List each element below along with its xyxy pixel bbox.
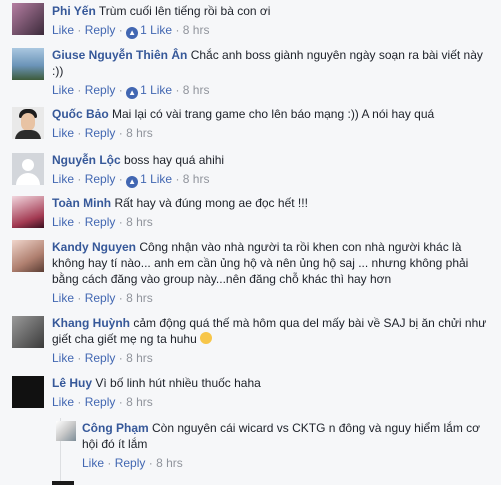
comment-time[interactable]: 8 hrs [126, 126, 153, 140]
comment-actions: Like · Reply · 8 hrs [52, 395, 153, 409]
comment-actions: Like · Reply · 8 hrs [52, 215, 153, 229]
like-button[interactable]: Like [52, 395, 74, 409]
comment-time[interactable]: 8 hrs [183, 172, 210, 186]
like-button[interactable]: Like [52, 126, 74, 140]
avatar[interactable] [12, 316, 44, 348]
thumbs-up-icon: ▲ [126, 87, 139, 99]
like-button[interactable]: Like [52, 351, 74, 365]
like-button[interactable]: Like [52, 172, 74, 186]
reply-author[interactable]: Công Phạm [82, 421, 149, 435]
avatar[interactable] [12, 48, 44, 80]
avatar[interactable] [12, 153, 44, 185]
comment-actions: Like · Reply · 8 hrs [52, 291, 153, 305]
comment-actions: Like · Reply · ▲ 1 Like · 8 hrs [52, 23, 210, 39]
avatar[interactable] [52, 481, 74, 485]
avatar[interactable] [12, 196, 44, 228]
comment-actions: Like · Reply · 8 hrs [52, 351, 153, 365]
comment-text: Trùm cuối lên tiếng rồi bà con ơi [98, 4, 271, 18]
sad-face-icon [200, 332, 213, 344]
reply-button[interactable]: Reply [85, 172, 116, 186]
comment-author[interactable]: Phi Yến [52, 4, 96, 18]
comment-actions: Like · Reply · 8 hrs [52, 126, 153, 140]
reply-time[interactable]: 8 hrs [156, 456, 183, 470]
comment-text: boss hay quá ahihi [124, 153, 225, 167]
reply-button[interactable]: Reply [85, 291, 116, 305]
like-button[interactable]: Like [52, 215, 74, 229]
reply-button[interactable]: Reply [85, 395, 116, 409]
like-count[interactable]: ▲ 1 Like [126, 172, 172, 188]
reply-button[interactable]: Reply [115, 456, 146, 470]
like-button[interactable]: Like [52, 83, 74, 97]
like-count[interactable]: ▲ 1 Like [126, 23, 172, 39]
comment-actions: Like · Reply · ▲ 1 Like · 8 hrs [52, 83, 210, 99]
comment-author[interactable]: Khang Huỳnh [52, 316, 130, 330]
reply-button[interactable]: Reply [85, 83, 116, 97]
comment-author[interactable]: Toàn Minh [52, 196, 111, 210]
avatar[interactable] [12, 376, 44, 408]
avatar[interactable] [12, 240, 44, 272]
comment-time[interactable]: 8 hrs [126, 395, 153, 409]
comment-time[interactable]: 8 hrs [183, 23, 210, 37]
comment-text: Mai lại có vài trang game cho lên báo mạ… [112, 107, 435, 121]
comment-time[interactable]: 8 hrs [183, 83, 210, 97]
avatar[interactable] [56, 421, 76, 441]
reply-button[interactable]: Reply [85, 23, 116, 37]
comment-text: Rất hay và đúng mong ae đọc hết !!! [114, 196, 308, 210]
comment-actions: Like · Reply · ▲ 1 Like · 8 hrs [52, 172, 210, 188]
reply-button[interactable]: Reply [85, 126, 116, 140]
comment-author[interactable]: Lê Huy [52, 376, 92, 390]
comment-time[interactable]: 8 hrs [126, 351, 153, 365]
like-button[interactable]: Like [52, 23, 74, 37]
comment-author[interactable]: Giuse Nguyễn Thiên Ân [52, 48, 187, 62]
like-button[interactable]: Like [82, 456, 104, 470]
reply-actions: Like · Reply · 8 hrs [82, 456, 183, 470]
thumbs-up-icon: ▲ [126, 27, 139, 39]
avatar[interactable] [12, 107, 44, 139]
reply-button[interactable]: Reply [85, 351, 116, 365]
like-count[interactable]: ▲ 1 Like [126, 83, 172, 99]
comment-time[interactable]: 8 hrs [126, 291, 153, 305]
comment-text: Vì bố linh hút nhiều thuốc haha [95, 376, 261, 390]
avatar[interactable] [12, 3, 44, 35]
reply-button[interactable]: Reply [85, 215, 116, 229]
comment-author[interactable]: Quốc Bảo [52, 107, 109, 121]
comment-time[interactable]: 8 hrs [126, 215, 153, 229]
comment-author[interactable]: Kandy Nguyen [52, 240, 136, 254]
like-button[interactable]: Like [52, 291, 74, 305]
thumbs-up-icon: ▲ [126, 176, 139, 188]
comment-author[interactable]: Nguyễn Lộc [52, 153, 121, 167]
